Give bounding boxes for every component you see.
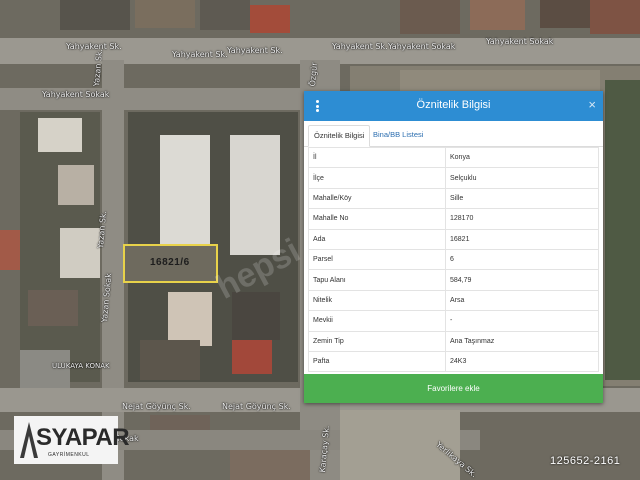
attribute-value: 24K3 (445, 350, 599, 373)
attribute-key: Parsel (308, 248, 446, 271)
panel-tabs: Öznitelik Bilgisi Bina/BB Listesi (304, 121, 603, 147)
attribute-value: Selçuklu (445, 167, 599, 189)
attribute-value: 584,79 (445, 269, 599, 291)
attribute-key: Pafta (308, 350, 446, 373)
attribute-key: İl (308, 146, 446, 169)
attribute-panel: Öznitelik Bilgisi × Öznitelik Bilgisi Bi… (304, 91, 603, 403)
attribute-value: 6 (445, 248, 599, 271)
attribute-value: Arsa (445, 289, 599, 312)
street-label: Yahyakent Sokak (486, 37, 554, 46)
attribute-value: Konya (445, 146, 599, 169)
table-row: Nitelik Arsa (308, 289, 599, 312)
attribute-key: Ada (308, 228, 446, 250)
attribute-value: - (445, 310, 599, 332)
table-row: Mahalle/Köy Sille (308, 187, 599, 210)
listing-id: 125652-2161 (550, 455, 621, 467)
street-label: Yahyakent Sk. (332, 42, 388, 51)
company-logo: SYAPAR GAYRİMENKUL (14, 416, 130, 464)
table-row: Parsel 6 (308, 248, 599, 271)
add-to-favorites-button[interactable]: Favorilere ekle (304, 374, 603, 403)
tab-attributes[interactable]: Öznitelik Bilgisi (308, 125, 371, 147)
close-icon[interactable]: × (588, 98, 596, 111)
attribute-key: Mahalle No (308, 208, 446, 230)
attribute-key: Tapu Alanı (308, 269, 446, 291)
table-row: Pafta 24K3 (308, 350, 599, 373)
attribute-key: Mevkii (308, 310, 446, 332)
poi-label: ULUKAYA KONAK (52, 362, 110, 370)
attribute-key: İlçe (308, 167, 446, 189)
panel-title: Öznitelik Bilgisi (416, 99, 491, 111)
table-row: Mahalle No 128170 (308, 208, 599, 230)
street-label: Yahyakent Sk. (66, 42, 122, 51)
street-label: Yahyakent Sokak (388, 42, 456, 51)
table-row: İlçe Selçuklu (308, 167, 599, 189)
logo-subtitle: GAYRİMENKUL (48, 452, 90, 458)
street-label: Yahyakent Sk. (172, 50, 228, 59)
attribute-key: Zemin Tip (308, 330, 446, 352)
table-row: İl Konya (308, 146, 599, 169)
parcel-label: 16821/6 (150, 257, 190, 268)
street-label: Nejat Göyünç Sk. (222, 402, 291, 411)
tab-building-list[interactable]: Bina/BB Listesi (368, 125, 428, 145)
attribute-value: Sille (445, 187, 599, 210)
street-label: Yahyakent Sk. (227, 46, 283, 55)
logo-name: SYAPAR (36, 424, 130, 451)
street-label: Yahyakent Sokak (42, 90, 110, 99)
table-row: Ada 16821 (308, 228, 599, 250)
street-label: Nejat Göyünç Sk. (122, 402, 191, 411)
table-row: Zemin Tip Ana Taşınmaz (308, 330, 599, 352)
table-row: Mevkii - (308, 310, 599, 332)
attribute-value: 128170 (445, 208, 599, 230)
table-row: Tapu Alanı 584,79 (308, 269, 599, 291)
attribute-table: İl Konya İlçe Selçuklu Mahalle/Köy Sille Mahal… (308, 146, 599, 373)
attribute-key: Nitelik (308, 289, 446, 312)
panel-header: Öznitelik Bilgisi × (304, 91, 603, 121)
attribute-key: Mahalle/Köy (308, 187, 446, 210)
attribute-value: 16821 (445, 228, 599, 250)
attribute-value: Ana Taşınmaz (445, 330, 599, 352)
